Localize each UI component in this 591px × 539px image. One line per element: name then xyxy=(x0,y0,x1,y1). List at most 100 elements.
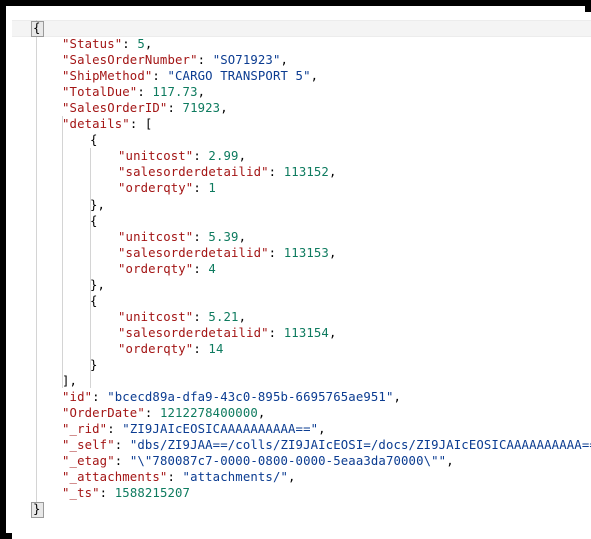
json-token-key: "salesorderdetailid" xyxy=(118,325,269,340)
code-line: "Status": 5, xyxy=(12,36,591,52)
code-line: "_self": "dbs/ZI9JAA==/colls/ZI9JAIcEOSI… xyxy=(12,437,591,453)
json-token-key: "id" xyxy=(62,390,93,405)
json-viewer-screenshot: {"Status": 5,"SalesOrderNumber": "SO7192… xyxy=(0,0,591,539)
json-token-num: 71923 xyxy=(182,101,221,116)
json-token-punct: , xyxy=(288,470,296,485)
json-token-punct: }, xyxy=(90,277,106,292)
json-token-punct: , xyxy=(220,101,228,116)
json-token-punct: , xyxy=(328,165,337,180)
json-token-punct: : xyxy=(99,486,115,501)
json-token-key: "_attachments" xyxy=(62,470,168,485)
json-token-num: 1 xyxy=(208,181,216,196)
json-token-key: "unitcost" xyxy=(118,309,194,324)
json-token-key: "salesorderdetailid" xyxy=(118,165,269,180)
json-token-punct: , xyxy=(328,325,337,340)
code-line: "_etag": "\"780087c7-0000-0800-0000-5eaa… xyxy=(12,453,591,469)
brace-glyph: { xyxy=(33,21,41,35)
code-line: "TotalDue": 117.73, xyxy=(12,84,591,100)
json-token-num: 2.99 xyxy=(208,149,239,164)
json-token-punct: , xyxy=(310,69,319,84)
json-token-punct: { xyxy=(90,213,98,228)
code-line: "orderqty": 1 xyxy=(12,180,591,196)
json-token-num: 5.21 xyxy=(208,309,239,324)
json-token-punct: , xyxy=(446,454,454,469)
code-line: "id": "bcecd89a-dfa9-43c0-895b-6695765ae… xyxy=(12,389,591,405)
json-token-punct: , xyxy=(328,245,337,260)
code-line: "salesorderdetailid": 113153, xyxy=(12,245,591,261)
json-token-punct: : xyxy=(193,309,209,324)
json-token-punct: , xyxy=(197,85,206,100)
code-line: { xyxy=(12,132,591,148)
code-line: "_attachments": "attachments/", xyxy=(12,469,591,485)
code-line: { xyxy=(12,293,591,309)
json-token-key: "_ts" xyxy=(62,486,100,501)
code-line: { xyxy=(12,213,591,229)
code-line: }, xyxy=(12,277,591,293)
json-token-key: "_self" xyxy=(62,438,115,453)
json-token-key: "orderqty" xyxy=(118,181,194,196)
json-token-key: "ShipMethod" xyxy=(62,69,153,84)
json-token-key: "unitcost" xyxy=(118,229,194,244)
json-token-punct: : xyxy=(268,165,284,180)
code-line: "unitcost": 5.39, xyxy=(12,229,591,245)
code-line: "SalesOrderNumber": "SO71923", xyxy=(12,52,591,68)
code-line: "_ts": 1588215207 xyxy=(12,485,591,501)
json-token-punct: : xyxy=(197,53,213,68)
code-editor[interactable]: {"Status": 5,"SalesOrderNumber": "SO7192… xyxy=(12,12,591,539)
json-token-punct: , xyxy=(280,53,289,68)
json-token-str: "CARGO TRANSPORT 5" xyxy=(167,69,311,84)
json-token-punct: : xyxy=(193,229,209,244)
json-token-key: "SalesOrderNumber" xyxy=(62,53,198,68)
json-token-punct: : xyxy=(144,406,160,421)
code-line: "_rid": "ZI9JAIcEOSICAAAAAAAAAA==", xyxy=(12,421,591,437)
json-token-key: "TotalDue" xyxy=(62,85,138,100)
json-token-punct: ], xyxy=(62,374,78,389)
code-line: "salesorderdetailid": 113154, xyxy=(12,325,591,341)
json-token-key: "orderqty" xyxy=(118,341,194,356)
json-token-num: 113153 xyxy=(283,245,329,260)
json-token-num: 113152 xyxy=(283,165,329,180)
code-line: "orderqty": 4 xyxy=(12,261,591,277)
json-token-num: 5.39 xyxy=(208,229,239,244)
json-token-punct: , xyxy=(238,229,247,244)
json-token-punct: , xyxy=(393,390,402,405)
json-token-str: "\"780087c7-0000-0800-0000-5eaa3da70000\… xyxy=(129,454,447,469)
json-token-punct: : [ xyxy=(129,117,153,132)
code-line: "SalesOrderID": 71923, xyxy=(12,100,591,116)
json-token-num: 117.73 xyxy=(152,85,198,100)
json-token-punct: : xyxy=(152,69,168,84)
code-line: "unitcost": 5.21, xyxy=(12,309,591,325)
json-token-punct: , xyxy=(144,37,153,52)
json-code-body[interactable]: {"Status": 5,"SalesOrderNumber": "SO7192… xyxy=(12,20,591,517)
code-line: "ShipMethod": "CARGO TRANSPORT 5", xyxy=(12,68,591,84)
code-line: "unitcost": 2.99, xyxy=(12,148,591,164)
json-token-key: "SalesOrderID" xyxy=(62,101,168,116)
code-line: { xyxy=(12,20,591,36)
code-line: }, xyxy=(12,197,591,213)
brace-glyph: } xyxy=(33,502,41,516)
json-token-punct: , xyxy=(238,309,247,324)
json-token-punct: { xyxy=(90,133,98,148)
json-token-punct: : xyxy=(167,101,183,116)
json-token-str: "ZI9JAIcEOSICAAAAAAAAAA==" xyxy=(122,422,319,437)
json-token-num: 5 xyxy=(137,37,145,52)
json-token-key: "unitcost" xyxy=(118,149,194,164)
code-line: "salesorderdetailid": 113152, xyxy=(12,164,591,180)
json-token-key: "orderqty" xyxy=(118,261,194,276)
json-token-str: "dbs/ZI9JAA==/colls/ZI9JAIcEOSI=/docs/ZI… xyxy=(129,438,591,453)
json-token-punct: : xyxy=(193,181,209,196)
code-line: "OrderDate": 1212278400000, xyxy=(12,405,591,421)
code-line: ], xyxy=(12,373,591,389)
json-token-punct: : xyxy=(92,390,108,405)
json-token-punct: , xyxy=(257,406,266,421)
json-token-punct: } xyxy=(90,357,98,372)
json-token-punct: : xyxy=(137,85,153,100)
json-token-punct: : xyxy=(193,149,209,164)
json-token-key: "_rid" xyxy=(62,422,108,437)
json-token-punct: : xyxy=(268,245,284,260)
json-token-key: "OrderDate" xyxy=(62,406,145,421)
json-token-punct: : xyxy=(107,422,123,437)
json-token-key: "details" xyxy=(62,117,130,132)
json-token-punct: : xyxy=(193,261,209,276)
json-token-key: "salesorderdetailid" xyxy=(118,245,269,260)
